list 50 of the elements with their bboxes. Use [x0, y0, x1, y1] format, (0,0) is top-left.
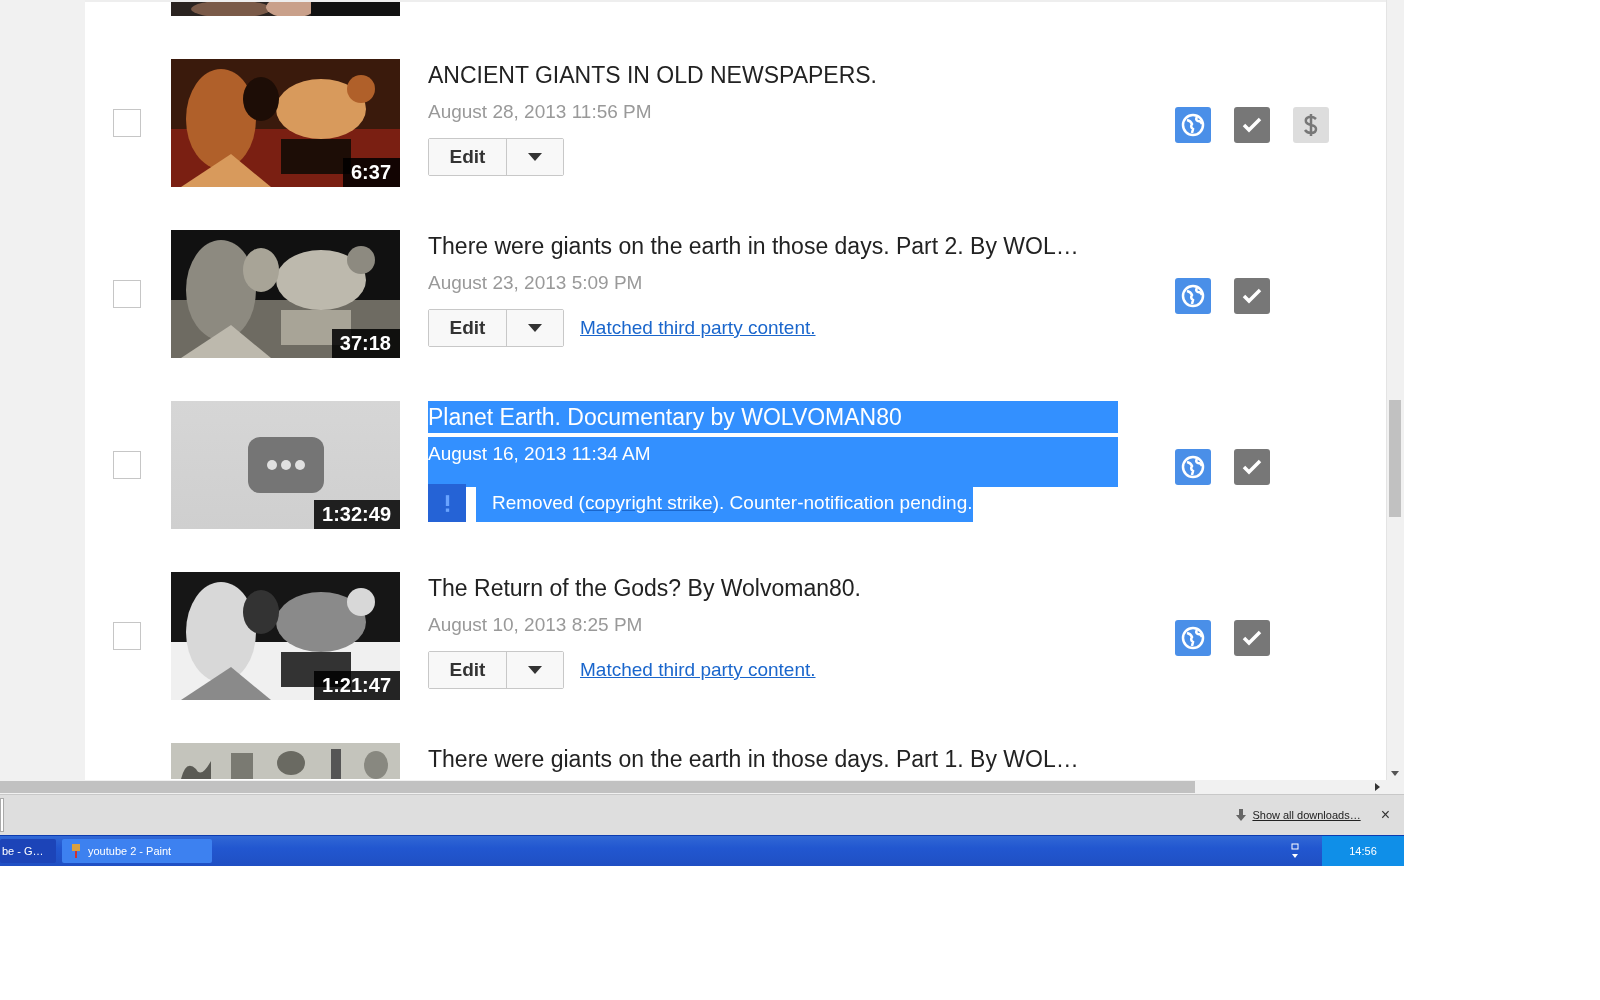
duration-badge: 6:37 — [342, 158, 400, 187]
removal-notice: Removed (copyright strike). Counter-notification pending. — [476, 484, 973, 522]
matched-content-link[interactable]: Matched third party content. — [580, 317, 816, 339]
upload-date: August 16, 2013 11:34 AM — [428, 437, 1118, 487]
checkmark-icon[interactable] — [1234, 620, 1270, 656]
scroll-right-icon[interactable] — [1375, 783, 1380, 792]
checkbox[interactable] — [113, 451, 141, 479]
taskbar-button[interactable]: be - G… — [0, 839, 56, 863]
upload-date: August 23, 2013 5:09 PM — [428, 271, 644, 295]
scrollbar-thumb[interactable] — [0, 781, 1195, 794]
clock: 14:56 — [1322, 836, 1404, 866]
edit-button[interactable]: Edit — [429, 310, 507, 346]
caret-icon — [528, 666, 542, 674]
paint-brush-icon — [70, 844, 82, 858]
horizontal-scrollbar[interactable] — [0, 780, 1404, 795]
video-title[interactable]: There were giants on the earth in those days. Part 1. By WOL… — [428, 743, 1118, 775]
checkmark-icon[interactable] — [1234, 278, 1270, 314]
globe-icon[interactable] — [1175, 107, 1211, 143]
caret-icon — [528, 324, 542, 332]
upload-date: August 10, 2013 8:25 PM — [428, 613, 644, 637]
edit-button[interactable]: Edit — [429, 139, 507, 175]
checkbox[interactable] — [113, 109, 141, 137]
video-title[interactable]: ANCIENT GIANTS IN OLD NEWSPAPERS. — [428, 59, 1118, 91]
download-arrow-icon — [1236, 809, 1247, 822]
matched-content-link[interactable]: Matched third party content. — [580, 659, 816, 681]
globe-icon[interactable] — [1175, 449, 1211, 485]
video-title[interactable]: The Return of the Gods? By Wolvoman80. — [428, 572, 1118, 604]
caret-icon — [528, 153, 542, 161]
duration-badge: 37:18 — [331, 329, 400, 358]
speech-bubble-icon — [247, 437, 324, 493]
taskbar-button[interactable]: youtube 2 - Paint — [62, 839, 212, 863]
scrollbar-thumb[interactable] — [1389, 400, 1401, 517]
checkbox[interactable] — [113, 622, 141, 650]
alert-icon — [428, 484, 466, 522]
network-icon[interactable] — [1290, 843, 1300, 859]
checkmark-icon[interactable] — [1234, 107, 1270, 143]
edit-button[interactable]: Edit — [429, 652, 507, 688]
checkmark-icon[interactable] — [1234, 449, 1270, 485]
vertical-scrollbar[interactable] — [1386, 0, 1404, 781]
close-button[interactable]: × — [1380, 806, 1390, 825]
show-all-downloads-link[interactable]: Show all downloads… — [1252, 809, 1361, 822]
scroll-down-icon[interactable] — [1391, 771, 1399, 777]
duration-badge: 1:32:49 — [314, 500, 400, 529]
dollar-icon[interactable] — [1293, 107, 1329, 143]
globe-icon[interactable] — [1175, 278, 1211, 314]
duration-badge: 1:21:47 — [314, 671, 400, 700]
video-title[interactable]: There were giants on the earth in those days. Part 2. By WOL… — [428, 230, 1118, 262]
checkbox[interactable] — [113, 280, 141, 308]
globe-icon[interactable] — [1175, 620, 1211, 656]
upload-date: August 28, 2013 11:56 PM — [428, 100, 653, 124]
